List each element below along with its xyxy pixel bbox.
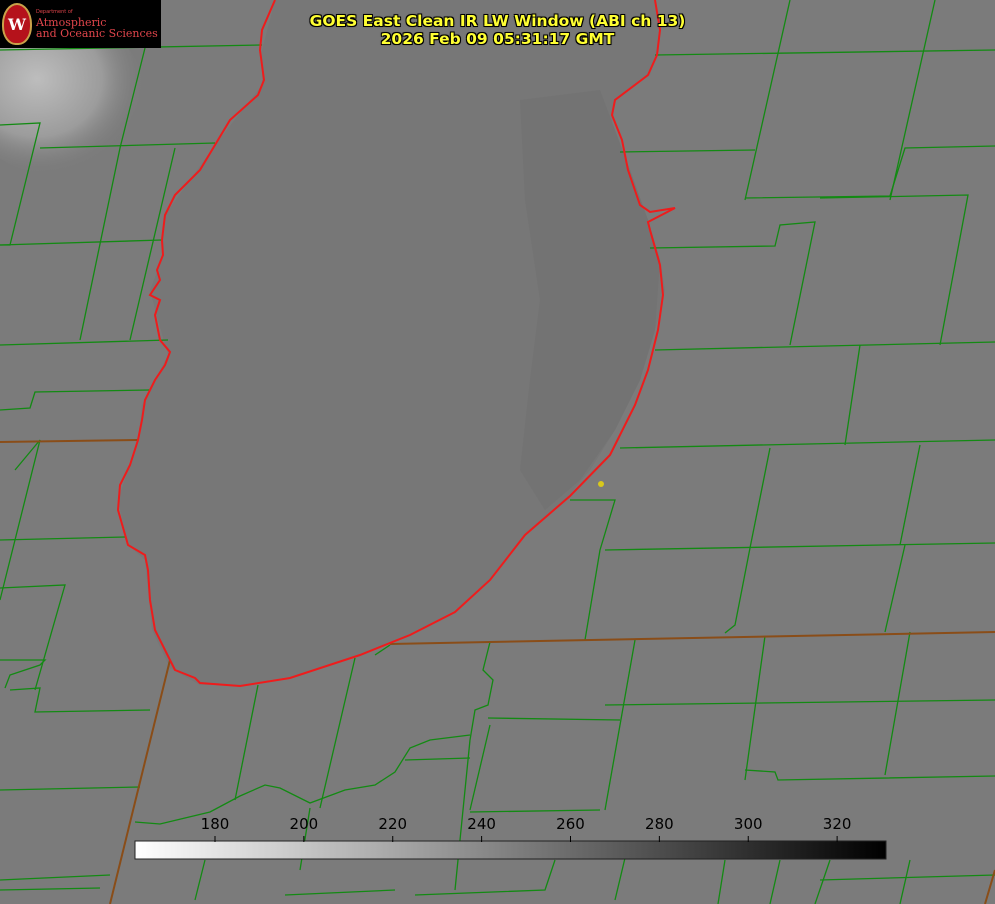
location-marker [598, 481, 604, 487]
logo-line1: Atmospheric [36, 15, 107, 29]
satellite-image-view: W Department of Atmospheric and Oceanic … [0, 0, 995, 904]
uw-seal-icon: W [2, 3, 32, 45]
colorbar-tick-label: 180 [200, 815, 230, 833]
title-product: GOES East Clean IR LW Window (ABI ch 13) [309, 12, 686, 30]
colorbar-tick-label: 260 [556, 815, 585, 833]
map-canvas [0, 0, 995, 904]
colorbar-tick-label: 320 [822, 815, 852, 833]
image-title: GOES East Clean IR LW Window (ABI ch 13)… [250, 12, 745, 48]
logo-department: Department of [36, 8, 73, 15]
colorbar-tick-label: 200 [289, 815, 319, 833]
logo-text: Department of Atmospheric and Oceanic Sc… [36, 8, 158, 40]
logo-line2: and Oceanic Sciences [36, 26, 158, 40]
colorbar-gradient [134, 840, 887, 860]
colorbar-tick-label: 280 [645, 815, 674, 833]
colorbar-tick-label: 240 [467, 815, 496, 833]
aos-logo: W Department of Atmospheric and Oceanic … [0, 0, 161, 48]
colorbar-tick-label: 220 [378, 815, 408, 833]
colorbar-tick-label: 300 [733, 815, 763, 833]
title-timestamp: 2026 Feb 09 05:31:17 GMT [380, 30, 615, 48]
